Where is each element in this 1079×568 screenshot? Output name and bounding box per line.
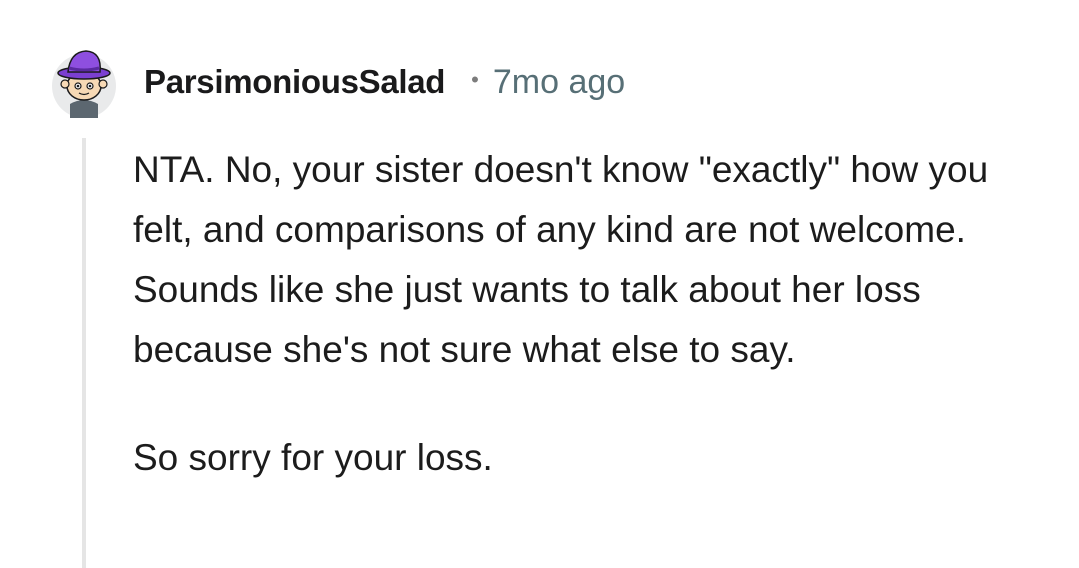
- snoo-avatar-icon: [52, 50, 116, 118]
- user-avatar[interactable]: [50, 46, 118, 118]
- meta-separator: •: [471, 67, 479, 92]
- comment-paragraph: NTA. No, your sister doesn't know "exact…: [133, 149, 989, 370]
- thread-line[interactable]: [82, 138, 86, 568]
- comment-paragraph: So sorry for your loss.: [133, 437, 493, 478]
- comment-body: NTA. No, your sister doesn't know "exact…: [133, 140, 1053, 488]
- comment-timestamp[interactable]: 7mo ago: [493, 63, 625, 102]
- comment-author[interactable]: ParsimoniousSalad: [144, 63, 445, 101]
- comment: ParsimoniousSalad • 7mo ago NTA. No, you…: [0, 0, 1079, 568]
- comment-header: ParsimoniousSalad • 7mo ago: [50, 42, 625, 122]
